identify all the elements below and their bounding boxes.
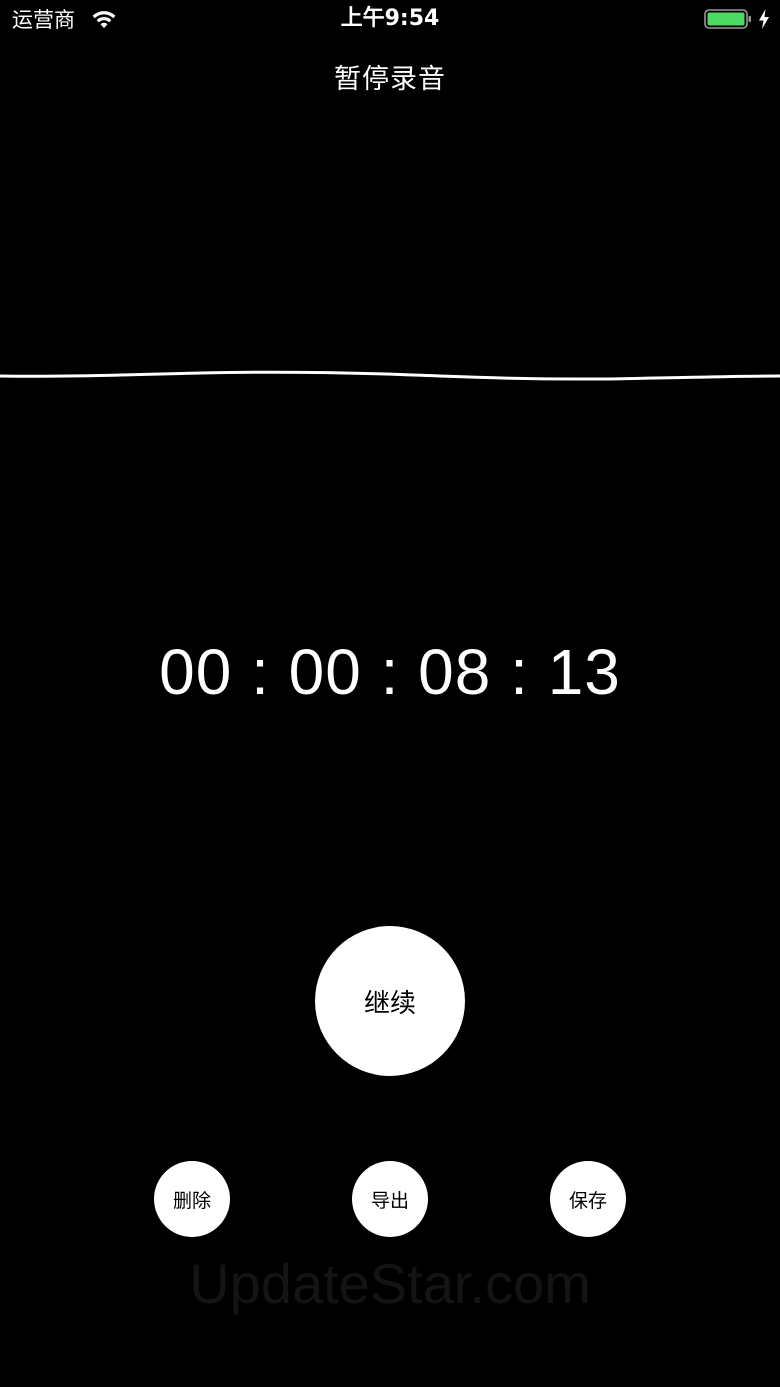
save-button-label: 保存 <box>568 1189 607 1212</box>
recording-screen: 运营商 上午9:54 暂停录音 00 : 00 : 08 : 13 继续 删除 … <box>0 0 780 1387</box>
battery-icon <box>704 9 751 29</box>
audio-waveform <box>0 370 780 381</box>
export-button[interactable]: 导出 <box>352 1161 428 1237</box>
page-title: 暂停录音 <box>334 64 446 95</box>
status-time: 上午9:54 <box>340 6 440 31</box>
elapsed-time: 00 : 00 : 08 : 13 <box>159 636 621 708</box>
delete-button-label: 删除 <box>172 1189 211 1212</box>
save-button[interactable]: 保存 <box>550 1161 626 1237</box>
resume-button-label: 继续 <box>363 988 416 1019</box>
delete-button[interactable]: 删除 <box>154 1161 230 1237</box>
export-button-label: 导出 <box>370 1189 409 1212</box>
watermark: UpdateStar.com <box>189 1252 591 1315</box>
charging-bolt-icon <box>759 9 769 29</box>
resume-button[interactable]: 继续 <box>315 926 465 1076</box>
status-bar: 运营商 上午9:54 <box>0 0 780 40</box>
